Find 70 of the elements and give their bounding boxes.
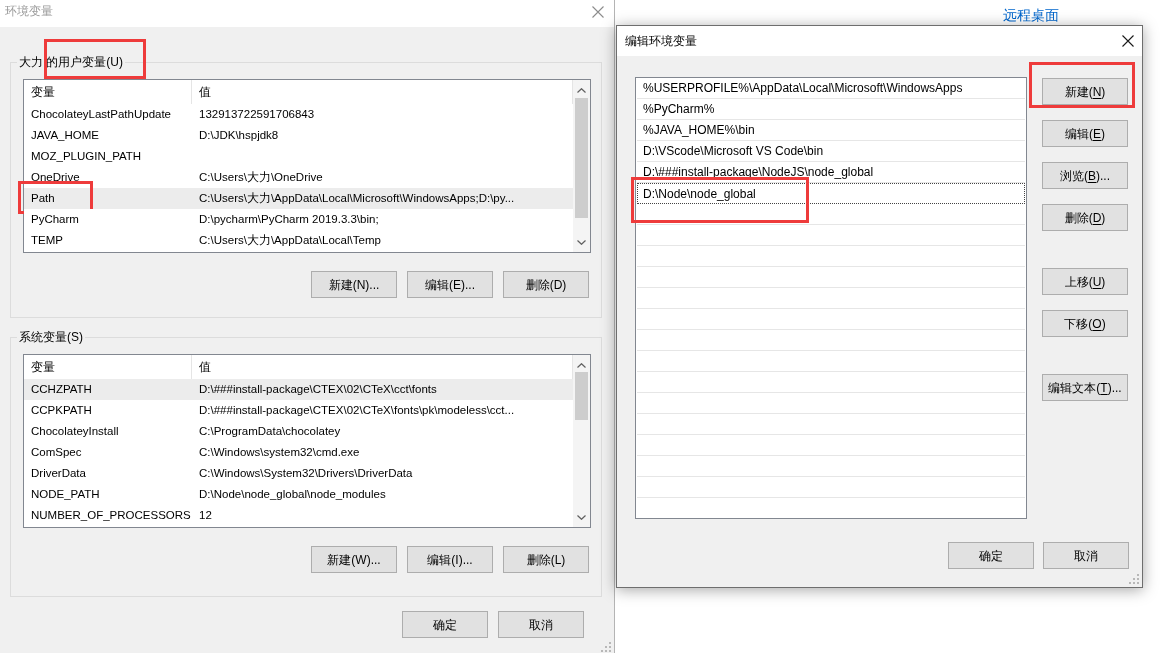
dialog-button[interactable]: 删除(L) [503,546,589,573]
table-cell-text: OneDrive [30,169,81,185]
group-label: 系统变量(S) [19,329,83,345]
table-cell-text: TEMP [30,232,64,248]
table-cell-text: NUMBER_OF_PROCESSORS [30,507,192,523]
dialog-button[interactable]: 取消 [498,611,584,638]
scrollbar[interactable] [573,80,590,252]
table-cell-text: PyCharm [30,211,80,227]
dialog-button[interactable]: 编辑(I)... [407,546,493,573]
chevron-down-icon[interactable] [577,240,586,245]
dialog-button[interactable]: 下移(O) [1042,310,1128,337]
table-cell-text: D:\Node\node_global\node_modules [198,486,386,502]
window-title: 环境变量 [5,3,53,19]
table-cell-text: CCHZPATH [30,381,93,397]
table-cell-text: DriverData [30,465,87,481]
resize-grip-icon[interactable] [601,642,611,652]
chevron-down-icon[interactable] [577,515,586,520]
text-link[interactable]: 远程桌面 [1003,6,1059,24]
close-icon [592,6,604,18]
list-item[interactable]: %PyCharm% [637,99,1025,120]
table-cell-text: C:\ProgramData\chocolatey [198,423,341,439]
dialog-button[interactable]: 浏览(B)... [1042,162,1128,189]
table-cell-text: ComSpec [30,444,83,460]
table-cell-text: 12 [198,507,212,523]
table-cell-text: C:\Users\大力\OneDrive [198,169,323,185]
dialog-button[interactable]: 删除(D) [503,271,589,298]
scrollbar-thumb[interactable] [575,98,588,218]
table-cell-text: D:\###install-package\CTEX\02\CTeX\cct\fonts [198,381,437,397]
list-item[interactable]: D:\###install-package\NodeJS\node_global [637,162,1025,183]
table-cell-text: ChocolateyInstall [30,423,120,439]
table-cell-text: Path [30,190,56,206]
scrollbar-thumb[interactable] [575,372,588,420]
dialog-button[interactable]: 新建(W)... [311,546,397,573]
list-item[interactable]: D:\Node\node_global [637,183,1025,204]
dialog-button[interactable]: 新建(N)... [311,271,397,298]
table-cell-text: JAVA_HOME [30,127,100,143]
list-item[interactable]: D:\VScode\Microsoft VS Code\bin [637,141,1025,162]
table-cell-text: C:\Users\大力\AppData\Local\Microsoft\WindowsApps;D:\py... [198,190,515,206]
list-item[interactable]: %USERPROFILE%\AppData\Local\Microsoft\WindowsApps [637,78,1025,99]
table-cell-text: MOZ_PLUGIN_PATH [30,148,143,164]
table-cell-text: C:\Users\大力\AppData\Local\Temp [198,232,381,248]
table-cell-text: CCPKPATH [30,402,93,418]
table-cell-text: D:\pycharm\PyCharm 2019.3.3\bin; [198,211,379,227]
chevron-up-icon[interactable] [577,363,586,368]
dialog-button[interactable]: 取消 [1043,542,1129,569]
scrollbar[interactable] [573,355,590,527]
dialog-button[interactable]: 上移(U) [1042,268,1128,295]
list-row[interactable]: Path C:\Users\大力\AppData\Local\Microsoft\WindowsApps;D:\py... [24,188,573,209]
list-item[interactable]: %JAVA_HOME%\bin [637,120,1025,141]
dialog-button[interactable]: 删除(D) [1042,204,1128,231]
dialog-button[interactable]: 编辑(E) [1042,120,1128,147]
dialog-button[interactable]: 编辑文本(T)... [1042,374,1128,401]
chevron-up-icon[interactable] [577,88,586,93]
group-label: 大力 的用户变量(U) [19,54,123,70]
table-cell-text: C:\Windows\system32\cmd.exe [198,444,360,460]
table-cell-text: C:\Windows\System32\Drivers\DriverData [198,465,413,481]
window-title: 编辑环境变量 [625,33,697,49]
table-cell-text: D:\###install-package\CTEX\02\CTeX\fonts\pk\modeless\cct... [198,402,515,418]
list-row[interactable]: CCHZPATH D:\###install-package\CTEX\02\CTeX\cct\fonts [24,379,573,400]
close-button[interactable] [1122,35,1134,47]
dialog-button[interactable]: 新建(N) [1042,78,1128,105]
dialog-button[interactable]: 确定 [948,542,1034,569]
table-cell-text: D:\JDK\hspjdk8 [198,127,279,143]
close-icon [1122,35,1134,47]
resize-grip-icon[interactable] [1129,574,1139,584]
dialog-button[interactable]: 确定 [402,611,488,638]
table-cell-text: 132913722591706843 [198,106,315,122]
table-cell-text: ChocolateyLastPathUpdate [30,106,172,122]
dialog-button[interactable]: 编辑(E)... [407,271,493,298]
table-cell-text: NODE_PATH [30,486,101,502]
